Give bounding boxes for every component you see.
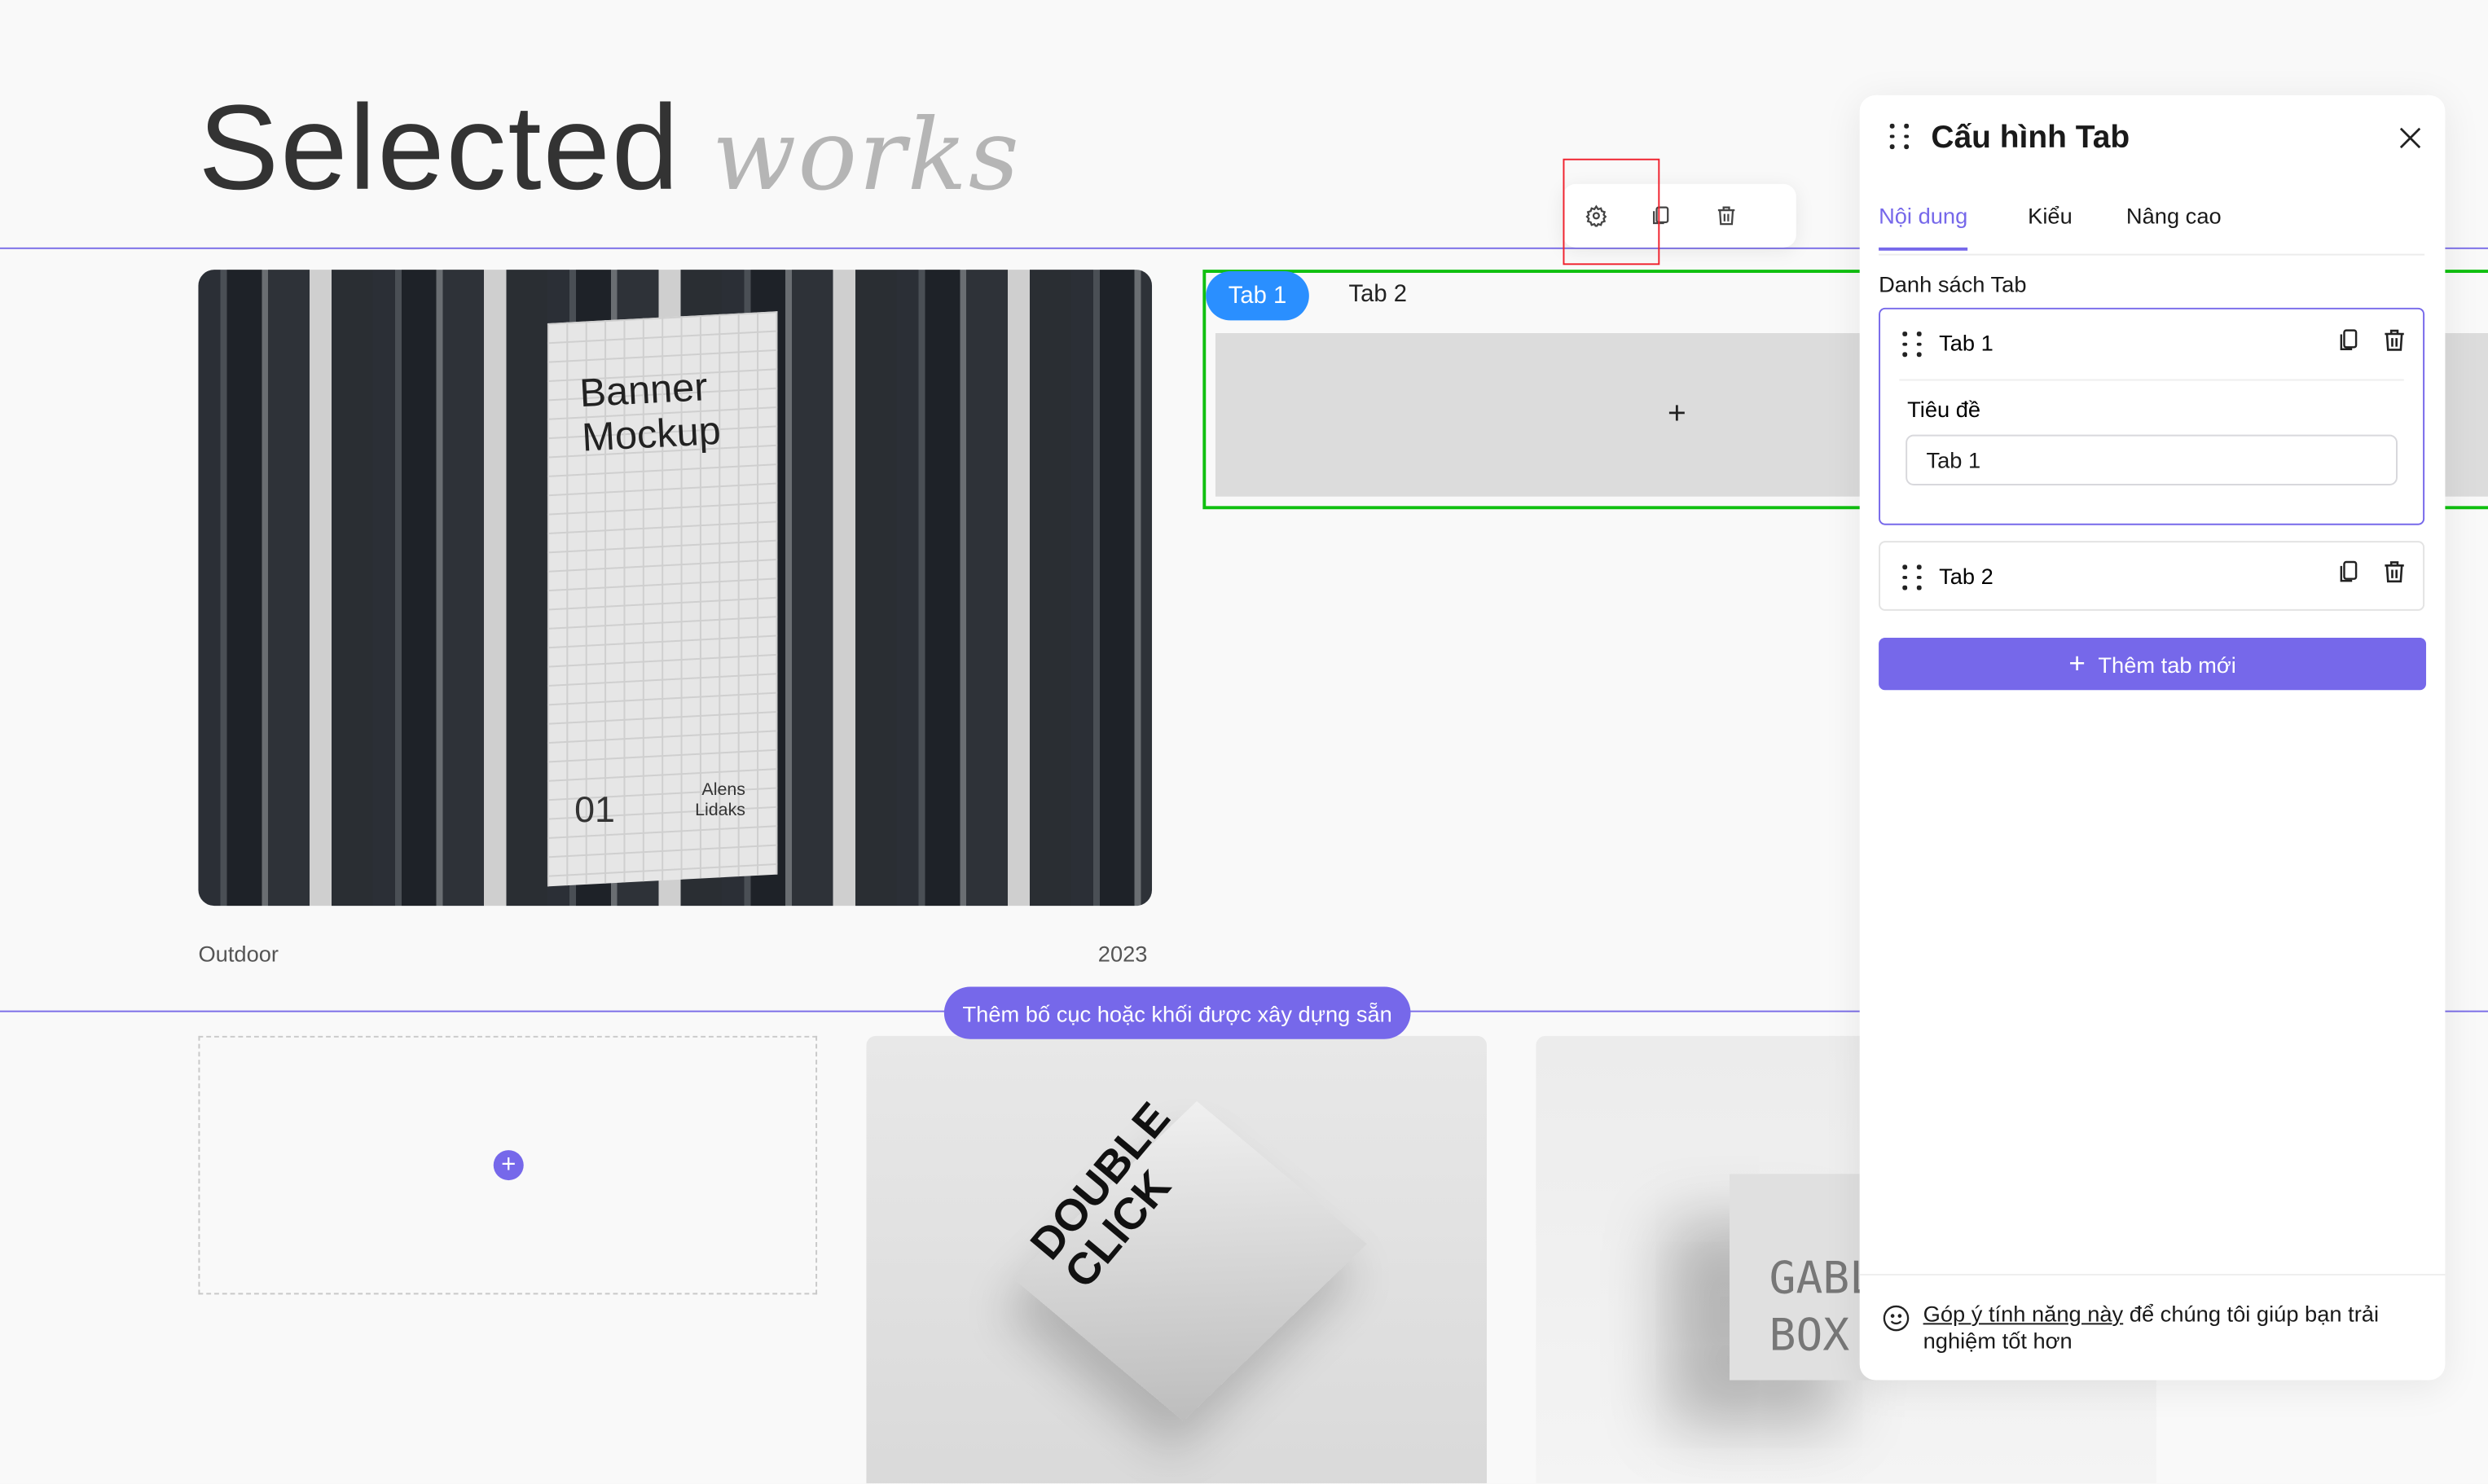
trash-icon [1717, 206, 1734, 226]
close-icon[interactable] [2399, 127, 2421, 149]
drag-handle-icon[interactable] [1889, 123, 1910, 149]
trash-icon[interactable] [2381, 559, 2407, 586]
drag-handle-icon[interactable] [1902, 331, 1923, 357]
tab-config-panel: Cấu hình Tab Nội dung Kiểu Nâng cao Danh… [1859, 94, 2446, 1381]
delete-button[interactable] [1693, 184, 1758, 248]
copy-icon[interactable] [2337, 559, 2361, 586]
title-accent: works [712, 96, 1021, 213]
tab-advanced[interactable]: Nâng cao [2126, 203, 2222, 228]
panel-title: Cấu hình Tab [1931, 121, 2130, 156]
smiley-icon [1883, 1305, 1910, 1332]
project-category: Outdoor [198, 940, 279, 967]
title-field-label: Tiêu đề [1907, 396, 1981, 423]
highlight-box [1563, 158, 1660, 266]
title-main: Selected [198, 81, 681, 216]
tab-list-label: Danh sách Tab [1879, 271, 2027, 297]
banner-author: Alens Lidaks [695, 780, 746, 820]
panel-tabs: Nội dung Kiểu Nâng cao [1879, 203, 2425, 256]
project-year: 2023 [1097, 940, 1148, 967]
trash-icon[interactable] [2381, 327, 2407, 353]
banner-number: 01 [574, 788, 615, 830]
divider [1899, 379, 2404, 381]
tab-item-label[interactable]: Tab 1 [1939, 330, 1993, 355]
add-tab-label: Thêm tab mới [2098, 651, 2236, 677]
tab-content[interactable]: Nội dung [1879, 203, 1968, 251]
widget-tab-2[interactable]: Tab 2 [1349, 281, 1407, 308]
add-tab-button[interactable]: + Thêm tab mới [1879, 637, 2427, 691]
tab-item: Tab 1 Tiêu đề [1879, 307, 2425, 525]
add-block-icon[interactable]: + [493, 1150, 524, 1181]
plus-icon: + [2068, 647, 2086, 679]
tab-item-label[interactable]: Tab 2 [1939, 563, 1993, 588]
add-layout-button[interactable]: Thêm bố cục hoặc khối được xây dựng sẵn [943, 986, 1411, 1039]
tab-style[interactable]: Kiểu [2028, 203, 2073, 228]
widget-tab-1[interactable]: Tab 1 [1206, 271, 1309, 321]
title-field-input[interactable] [1906, 434, 2398, 485]
drag-handle-icon[interactable] [1902, 564, 1923, 590]
page-title: Selected works [198, 79, 1020, 217]
banner-title: Banner Mockup [578, 365, 723, 461]
feedback-footer: Góp ý tính năng này để chúng tôi giúp bạ… [1859, 1274, 2446, 1354]
copy-icon[interactable] [2337, 327, 2361, 353]
add-content-icon[interactable]: + [1668, 397, 1686, 433]
feedback-text: Góp ý tính năng này để chúng tôi giúp bạ… [1923, 1301, 2380, 1354]
feedback-link[interactable]: Góp ý tính năng này [1923, 1301, 2124, 1326]
tab-item: Tab 2 [1879, 541, 2425, 611]
